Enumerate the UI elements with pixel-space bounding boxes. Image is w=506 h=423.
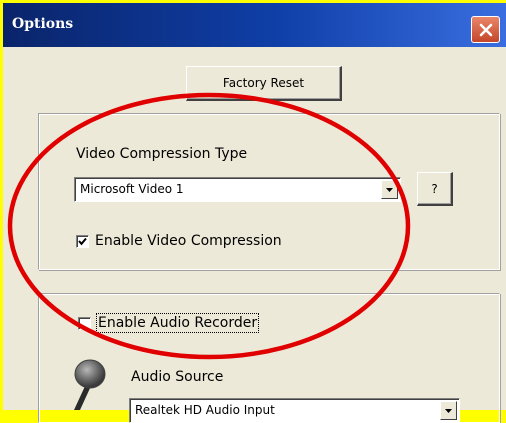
close-icon <box>479 23 492 36</box>
compression-help-button[interactable]: ? <box>417 172 453 206</box>
window-title: Options <box>12 16 74 32</box>
audio-source-label: Audio Source <box>131 369 224 385</box>
enable-video-compression-checkbox[interactable] <box>76 234 89 248</box>
title-bar[interactable]: Options <box>3 3 506 47</box>
factory-reset-button[interactable]: Factory Reset <box>186 66 342 101</box>
video-compression-select[interactable]: Microsoft Video 1 <box>74 177 401 202</box>
chevron-down-icon <box>386 187 393 192</box>
audio-source-value: Realtek HD Audio Input <box>135 403 275 417</box>
video-compression-type-label: Video Compression Type <box>76 146 248 162</box>
chevron-down-icon <box>445 408 452 413</box>
audio-source-select[interactable]: Realtek HD Audio Input <box>129 398 460 423</box>
microphone-icon <box>74 359 106 410</box>
enable-audio-recorder-label: Enable Audio Recorder <box>95 313 260 333</box>
video-compression-value: Microsoft Video 1 <box>80 182 184 196</box>
dropdown-button[interactable] <box>381 180 398 199</box>
checkmark-icon <box>78 237 87 245</box>
close-button[interactable] <box>471 16 500 43</box>
enable-video-compression-label: Enable Video Compression <box>95 233 282 249</box>
dropdown-button[interactable] <box>440 401 457 420</box>
enable-audio-recorder-checkbox[interactable] <box>78 316 91 330</box>
enable-audio-recorder-option[interactable]: Enable Audio Recorder <box>78 313 260 333</box>
enable-video-compression-option[interactable]: Enable Video Compression <box>76 232 282 250</box>
